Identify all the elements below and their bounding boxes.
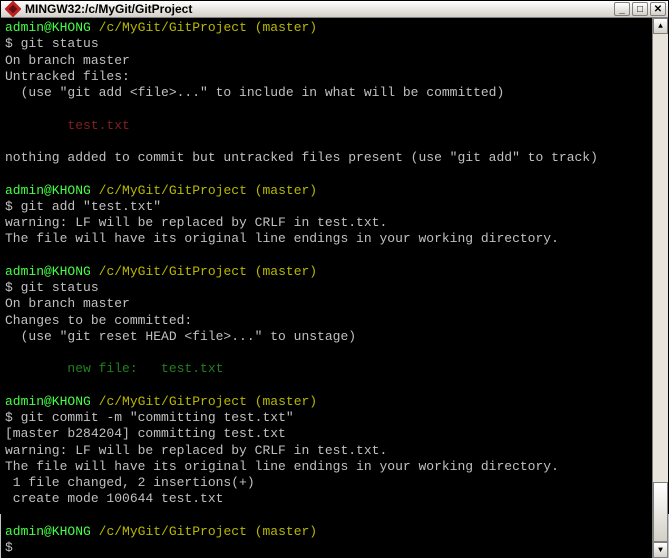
maximize-button[interactable]: □ <box>632 2 648 16</box>
scrollbar: ▲ ▼ <box>652 18 668 558</box>
titlebar: MINGW32:/c/MyGit/GitProject _ □ ✕ <box>1 1 668 18</box>
scroll-down-button[interactable]: ▼ <box>653 542 668 558</box>
window-controls: _ □ ✕ <box>614 2 666 16</box>
prompt-branch: (master) <box>255 394 317 409</box>
prompt-branch: (master) <box>255 524 317 539</box>
prompt-path: /c/MyGit/GitProject <box>99 394 247 409</box>
prompt-user: admin@KHONG <box>5 394 91 409</box>
prompt-dollar: $ <box>5 280 13 295</box>
output-line: On branch master <box>5 53 130 68</box>
output-line: warning: LF will be replaced by CRLF in … <box>5 215 387 230</box>
prompt-branch: (master) <box>255 20 317 35</box>
command-text: git status <box>21 36 99 51</box>
output-line: (use "git reset HEAD <file>..." to unsta… <box>5 329 356 344</box>
staged-file: new file: test.txt <box>5 361 223 376</box>
window-title: MINGW32:/c/MyGit/GitProject <box>25 2 614 16</box>
output-line: Changes to be committed: <box>5 313 192 328</box>
output-line: nothing added to commit but untracked fi… <box>5 150 598 165</box>
output-line: (use "git add <file>..." to include in w… <box>5 85 504 100</box>
prompt-path: /c/MyGit/GitProject <box>99 20 247 35</box>
terminal-content[interactable]: admin@KHONG /c/MyGit/GitProject (master)… <box>1 18 652 558</box>
prompt-user: admin@KHONG <box>5 264 91 279</box>
prompt-user: admin@KHONG <box>5 524 91 539</box>
terminal-window: MINGW32:/c/MyGit/GitProject _ □ ✕ admin@… <box>0 0 669 514</box>
command-text: git commit -m "committing test.txt" <box>21 410 294 425</box>
prompt-user: admin@KHONG <box>5 20 91 35</box>
output-line: The file will have its original line end… <box>5 231 559 246</box>
output-line: warning: LF will be replaced by CRLF in … <box>5 443 387 458</box>
prompt-dollar: $ <box>5 410 13 425</box>
prompt-branch: (master) <box>255 183 317 198</box>
prompt-path: /c/MyGit/GitProject <box>99 524 247 539</box>
prompt-user: admin@KHONG <box>5 183 91 198</box>
prompt-dollar: $ <box>5 540 13 555</box>
command-text: git add "test.txt" <box>21 199 161 214</box>
scroll-up-button[interactable]: ▲ <box>653 18 668 34</box>
prompt-path: /c/MyGit/GitProject <box>99 264 247 279</box>
output-line: The file will have its original line end… <box>5 459 559 474</box>
minimize-button[interactable]: _ <box>614 2 630 16</box>
output-line: create mode 100644 test.txt <box>5 491 223 506</box>
terminal-area: admin@KHONG /c/MyGit/GitProject (master)… <box>1 18 668 558</box>
output-line: On branch master <box>5 296 130 311</box>
untracked-file: test.txt <box>5 118 130 133</box>
prompt-path: /c/MyGit/GitProject <box>99 183 247 198</box>
prompt-dollar: $ <box>5 199 13 214</box>
command-text: git status <box>21 280 99 295</box>
app-icon <box>5 1 21 17</box>
scroll-thumb[interactable] <box>653 482 668 542</box>
prompt-dollar: $ <box>5 36 13 51</box>
prompt-branch: (master) <box>255 264 317 279</box>
close-button[interactable]: ✕ <box>650 2 666 16</box>
output-line: Untracked files: <box>5 69 130 84</box>
scroll-track[interactable] <box>653 34 668 542</box>
output-line: 1 file changed, 2 insertions(+) <box>5 475 255 490</box>
output-line: [master b284204] committing test.txt <box>5 426 286 441</box>
